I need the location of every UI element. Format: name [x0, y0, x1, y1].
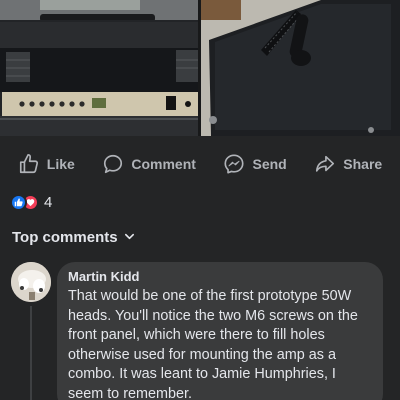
share-label: Share [343, 156, 383, 172]
amp-head-front-photo [0, 0, 198, 136]
reaction-count: 4 [44, 193, 53, 211]
like-reaction-icon [10, 193, 27, 211]
comment-bubble[interactable]: Martin Kidd That would be one of the fir… [57, 262, 383, 400]
amp-head-top-panel-photo [201, 0, 400, 136]
chevron-down-icon [124, 229, 135, 246]
reaction-summary[interactable]: 4 [10, 192, 52, 212]
comment-button[interactable]: Comment [102, 153, 196, 175]
share-arrow-icon [314, 153, 336, 175]
send-button[interactable]: Send [223, 153, 287, 175]
post-photo-amp-top[interactable] [201, 0, 400, 136]
comment-author[interactable]: Martin Kidd [68, 269, 371, 285]
comment-label: Comment [131, 156, 196, 172]
comment-sort-label: Top comments [12, 229, 118, 246]
thread-line [30, 306, 32, 400]
post-photo-amp-front[interactable] [0, 0, 198, 136]
post-photo-grid [0, 0, 400, 136]
messenger-icon [223, 153, 245, 175]
comment-bubble-icon [102, 153, 124, 175]
share-button[interactable]: Share [314, 153, 382, 175]
post-action-bar: Like Comment Send Share [0, 146, 400, 182]
comment-sort-dropdown[interactable]: Top comments [12, 229, 135, 246]
like-label: Like [46, 156, 75, 172]
like-button[interactable]: Like [18, 153, 75, 175]
send-label: Send [252, 156, 287, 172]
thumbs-up-icon [18, 153, 40, 175]
avatar[interactable] [11, 262, 51, 302]
comment-text: That would be one of the first prototype… [68, 288, 358, 400]
